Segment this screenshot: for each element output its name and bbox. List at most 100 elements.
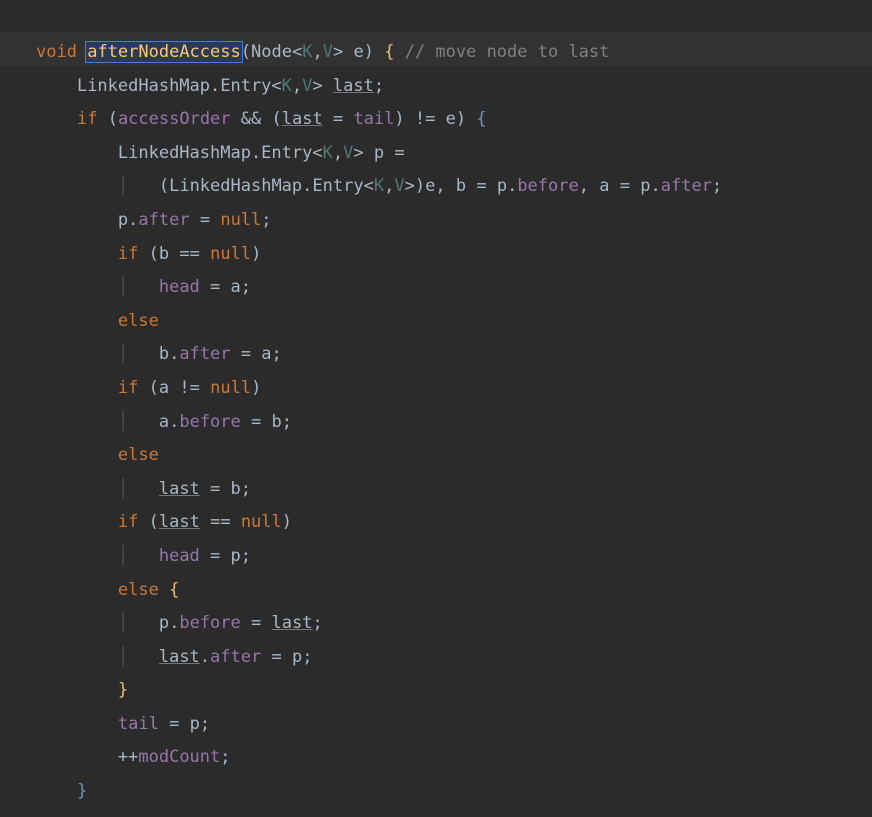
lbrace: { <box>384 42 394 62</box>
lt: < <box>364 176 374 196</box>
keyword-else: else <box>118 311 159 331</box>
comma: , <box>435 176 445 196</box>
lparen: ( <box>149 378 159 398</box>
field-after: after <box>138 210 189 230</box>
lparen: ( <box>108 109 118 129</box>
type-param-v: V <box>394 176 404 196</box>
dot: . <box>169 412 179 432</box>
semi: ; <box>272 344 282 364</box>
keyword-if: if <box>118 378 138 398</box>
lparen: ( <box>241 42 251 62</box>
param-e: e <box>353 42 363 62</box>
indent-guide: │ <box>118 647 159 667</box>
type-param-k: K <box>323 143 333 163</box>
indent-guide: │ <box>118 412 159 432</box>
lparen: ( <box>149 244 159 264</box>
field-modcount: modCount <box>138 747 220 767</box>
op-eq: == <box>210 512 230 532</box>
indent-guide: │ <box>118 277 159 297</box>
op-assign: = <box>394 143 404 163</box>
type-param-v: V <box>323 42 333 62</box>
comma: , <box>333 143 343 163</box>
var-b: b <box>231 479 241 499</box>
field-before: before <box>179 412 240 432</box>
keyword-if: if <box>77 109 97 129</box>
op-assign: = <box>241 344 251 364</box>
keyword-void: void <box>36 42 77 62</box>
var-p: p <box>159 613 169 633</box>
rparen: ) <box>456 109 466 129</box>
semi: ; <box>374 76 384 96</box>
method-name-selected[interactable]: afterNodeAccess <box>86 42 242 62</box>
field-before: before <box>179 613 240 633</box>
dot: . <box>128 210 138 230</box>
var-b: b <box>159 244 169 264</box>
rparen: ) <box>394 109 404 129</box>
var-e: e <box>446 109 456 129</box>
lt: < <box>312 143 322 163</box>
dot: . <box>169 613 179 633</box>
rparen: ) <box>251 378 261 398</box>
field-head: head <box>159 277 200 297</box>
semi: ; <box>200 714 210 734</box>
var-a: a <box>261 344 271 364</box>
type-linkedhashmap-entry: LinkedHashMap.Entry <box>118 143 312 163</box>
type-linkedhashmap-entry: LinkedHashMap.Entry <box>169 176 363 196</box>
lt: < <box>292 42 302 62</box>
var-a: a <box>599 176 609 196</box>
var-p: p <box>118 210 128 230</box>
field-before: before <box>517 176 578 196</box>
op-eq: == <box>179 244 199 264</box>
op-assign: = <box>200 210 210 230</box>
code-block[interactable]: void afterNodeAccess(Node<K,V> e) { // m… <box>0 0 872 817</box>
gt: > <box>405 176 415 196</box>
type-linkedhashmap-entry: LinkedHashMap.Entry <box>77 76 271 96</box>
op-and: && <box>241 109 261 129</box>
var-last: last <box>159 479 200 499</box>
op-assign: = <box>271 647 281 667</box>
keyword-if: if <box>118 244 138 264</box>
lparen: ( <box>272 109 282 129</box>
var-last: last <box>272 613 313 633</box>
var-a: a <box>231 277 241 297</box>
var-last-decl: last <box>333 76 374 96</box>
field-tail: tail <box>353 109 394 129</box>
semi: ; <box>261 210 271 230</box>
code-editor[interactable]: void afterNodeAccess(Node<K,V> e) { // m… <box>0 0 872 817</box>
field-head: head <box>159 546 200 566</box>
dot: . <box>507 176 517 196</box>
semi: ; <box>241 277 251 297</box>
op-inc: ++ <box>118 747 138 767</box>
dot: . <box>650 176 660 196</box>
type-node: Node <box>251 42 292 62</box>
semi: ; <box>241 479 251 499</box>
rparen: ) <box>282 512 292 532</box>
field-after: after <box>661 176 712 196</box>
op-assign: = <box>210 277 220 297</box>
var-b: b <box>159 344 169 364</box>
gt: > <box>353 143 363 163</box>
literal-null: null <box>241 512 282 532</box>
keyword-else: else <box>118 445 159 465</box>
gt: > <box>312 76 322 96</box>
semi: ; <box>312 613 322 633</box>
var-b: b <box>272 412 282 432</box>
rbrace: } <box>118 680 128 700</box>
type-param-v: V <box>302 76 312 96</box>
op-assign: = <box>476 176 486 196</box>
lbrace: { <box>169 580 179 600</box>
literal-null: null <box>210 244 251 264</box>
op-assign: = <box>620 176 630 196</box>
var-p: p <box>231 546 241 566</box>
op-assign: = <box>251 412 261 432</box>
comma: , <box>312 42 322 62</box>
type-param-k: K <box>282 76 292 96</box>
lparen: ( <box>159 176 169 196</box>
op-ne: != <box>415 109 435 129</box>
indent-guide: │ <box>118 344 159 364</box>
dot: . <box>169 344 179 364</box>
var-last: last <box>282 109 323 129</box>
op-assign: = <box>210 479 220 499</box>
var-p: p <box>190 714 200 734</box>
dot: . <box>200 647 210 667</box>
